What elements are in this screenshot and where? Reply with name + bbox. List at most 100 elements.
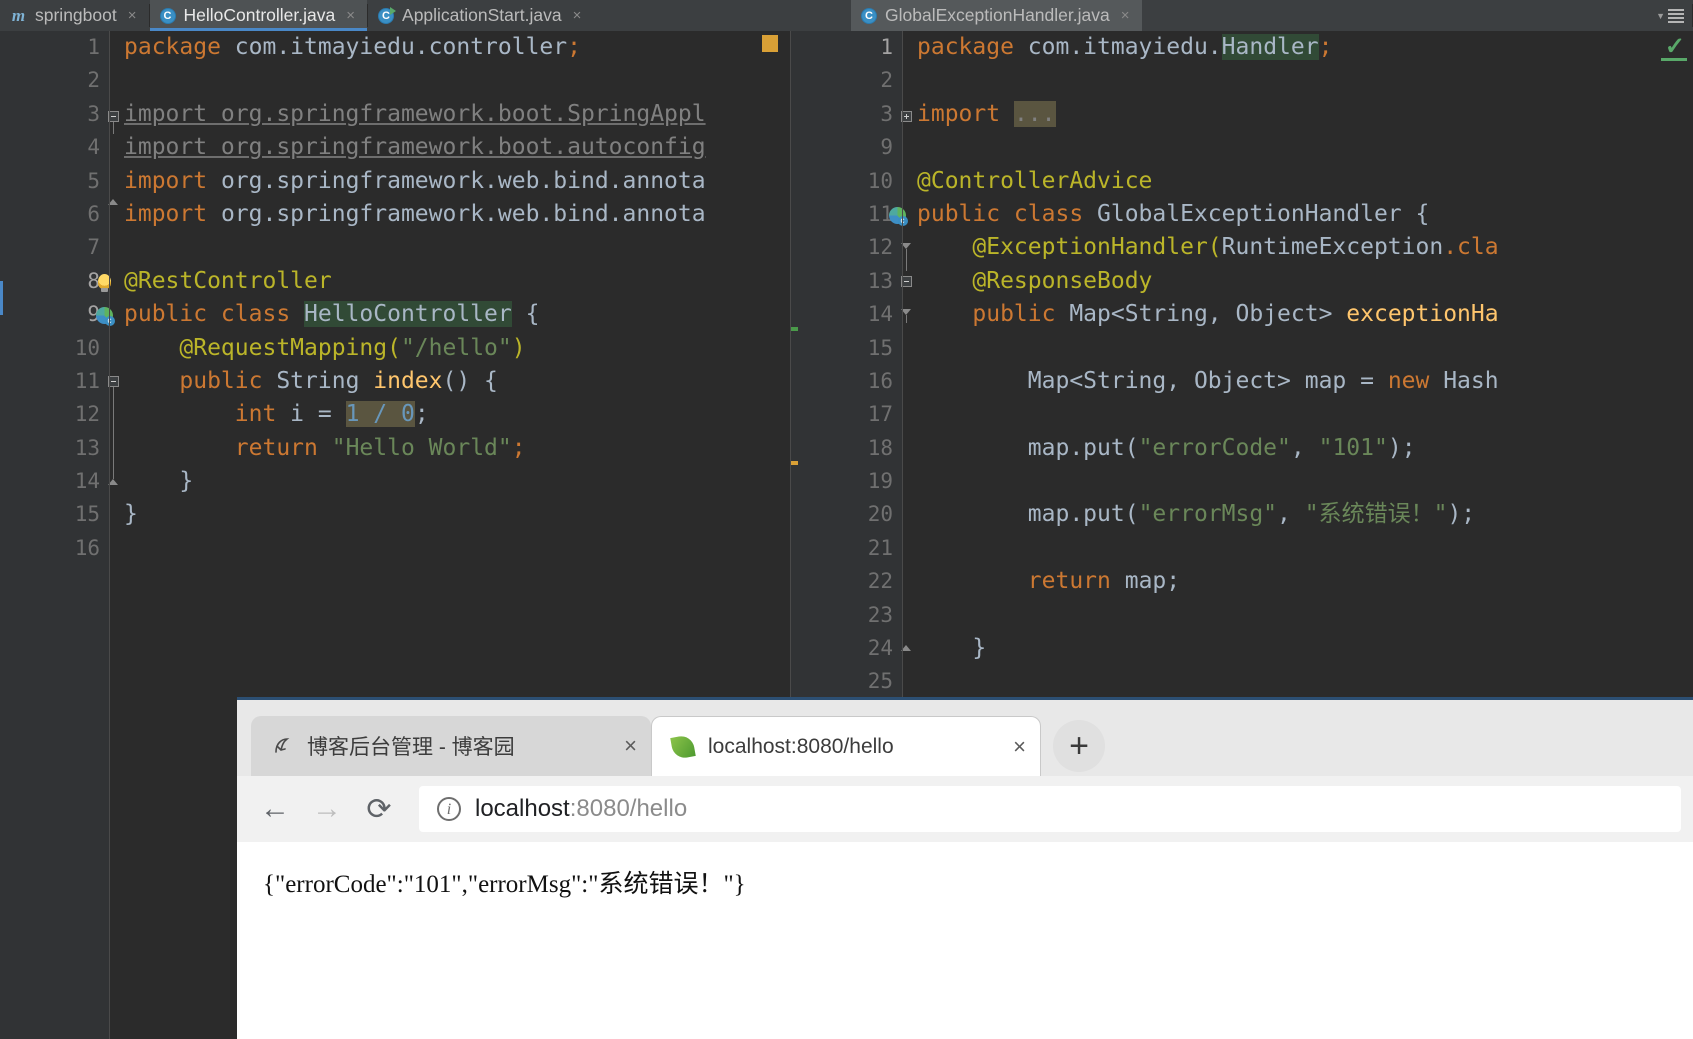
line-number: 23 [867,602,893,627]
editor-tab-applicationstart[interactable]: C ApplicationStart.java × [368,0,593,31]
code-token: ; [567,34,581,60]
line-number: 13 [74,435,100,460]
code-token: ); [1387,434,1416,461]
line-number-gutter-left[interactable]: 1 2 3 4 5 6 7 8 9 10 11 12 13 14 15 16 [0,31,119,1039]
reload-icon[interactable]: ⟳ [353,783,405,835]
code-token: public class [917,200,1098,227]
line-number: 22 [867,569,893,594]
editor-tab-label: ApplicationStart.java [402,5,562,25]
code-line: import org.springframework.boot.autoconf… [124,131,790,164]
code-token: "系统错误！" [1304,501,1448,528]
code-line: @ResponseBody [917,265,1693,298]
new-tab-button[interactable]: + [1053,720,1105,772]
code-token: ; [414,401,429,428]
browser-tab-localhost-hello[interactable]: localhost:8080/hello × [651,716,1041,776]
line-number: 5 [87,168,100,193]
code-line: } [124,465,790,498]
vcs-change-marker[interactable] [791,461,798,465]
browser-tab-cnblogs[interactable]: 博客后台管理 - 博客园 × [251,716,651,776]
editor-tab-label: GlobalExceptionHandler.java [885,5,1110,25]
code-line: } [917,632,1693,665]
code-token: GlobalExceptionHandler { [1097,200,1430,227]
address-bar[interactable]: i localhost:8080/hello [419,786,1681,832]
close-icon[interactable]: × [128,8,137,23]
java-runnable-class-icon: C [378,6,397,24]
back-arrow-icon[interactable]: ← [249,783,301,835]
code-token: Map<String, Object> map = [917,367,1388,394]
page-content: {"errorCode":"101","errorMsg":"系统错误！"} [237,842,1693,1039]
line-number: 17 [867,402,893,427]
chrome-browser-window: 博客后台管理 - 博客园 × localhost:8080/hello × + … [237,697,1693,1039]
code-token: map.put( [917,434,1139,461]
editor-tab-hellocontroller[interactable]: C HelloController.java × [149,0,368,31]
code-token: org.springframework.web.bind.annota [207,167,706,194]
line-number: 16 [867,368,893,393]
code-token: "errorMsg" [1138,501,1278,528]
inspection-status-bar [1661,58,1687,61]
java-class-icon: C [159,7,176,24]
line-number: 4 [87,135,100,160]
code-token: exceptionHa [1346,301,1499,328]
code-token: ; [1318,34,1333,60]
close-icon[interactable]: × [573,8,582,23]
code-token: RuntimeException [1221,234,1444,261]
code-token: @ResponseBody [917,267,1153,294]
code-line: } [124,498,790,531]
close-icon[interactable]: × [624,735,637,757]
code-token: ) [511,334,526,361]
code-token: = [304,401,346,428]
code-line: @ExceptionHandler(RuntimeException.cla [917,231,1693,264]
editor-tab-label: HelloController.java [183,5,336,25]
code-token: import [124,167,208,194]
close-icon[interactable]: × [346,8,355,23]
code-token: return [917,568,1125,595]
code-token: map.put( [917,501,1139,528]
code-line: Map<String, Object> map = new Hash [917,365,1693,398]
code-line: import ... [917,98,1693,131]
line-number: 12 [74,402,100,427]
line-number: 3 [880,101,893,126]
line-number: 12 [867,235,893,260]
code-token: import [917,100,1001,127]
screen-root: m springboot × C HelloController.java × … [0,0,1693,1039]
code-token: org.springframework.web.bind.annota [207,200,706,227]
code-token: () { [442,367,498,394]
code-token: com.itmayiedu.controller [220,34,568,60]
line-number: 18 [867,435,893,460]
line-number: 15 [867,335,893,360]
line-number: 20 [867,502,893,527]
page-info-icon[interactable]: i [437,797,461,821]
url-path: :8080/hello [569,795,688,822]
editor-tab-springboot[interactable]: m springboot × [0,0,149,31]
code-line: public class HelloController { [124,298,790,331]
bookmark-square-marker [762,35,778,52]
line-number: 19 [867,469,893,494]
code-token: , [1290,434,1319,461]
close-icon[interactable]: × [1013,735,1026,758]
editor-tab-label: springboot [35,5,117,25]
line-number: 7 [87,235,100,260]
close-icon[interactable]: × [1121,8,1130,23]
browser-tab-strip: 博客后台管理 - 博客园 × localhost:8080/hello × + [237,700,1693,776]
editor-tab-globalexceptionhandler[interactable]: C GlobalExceptionHandler.java × [851,0,1142,31]
vcs-change-marker[interactable] [791,327,798,331]
code-token: String [276,367,374,394]
inspection-ok-check-icon[interactable]: ✓ [1665,35,1685,59]
code-line: import org.springframework.web.bind.anno… [124,165,790,198]
address-bar-url: localhost:8080/hello [475,795,687,823]
code-token: "/hello" [400,334,512,361]
code-token: new [1387,367,1444,394]
browser-navigation-bar: ← → ⟳ i localhost:8080/hello [237,776,1693,842]
code-token: @ExceptionHandler( [917,234,1222,261]
forward-arrow-icon[interactable]: → [301,783,353,835]
chevron-down-icon[interactable]: ▼ [1656,11,1665,21]
tab-list-dropdown-icon[interactable] [1668,7,1684,25]
code-token: return [124,434,332,461]
